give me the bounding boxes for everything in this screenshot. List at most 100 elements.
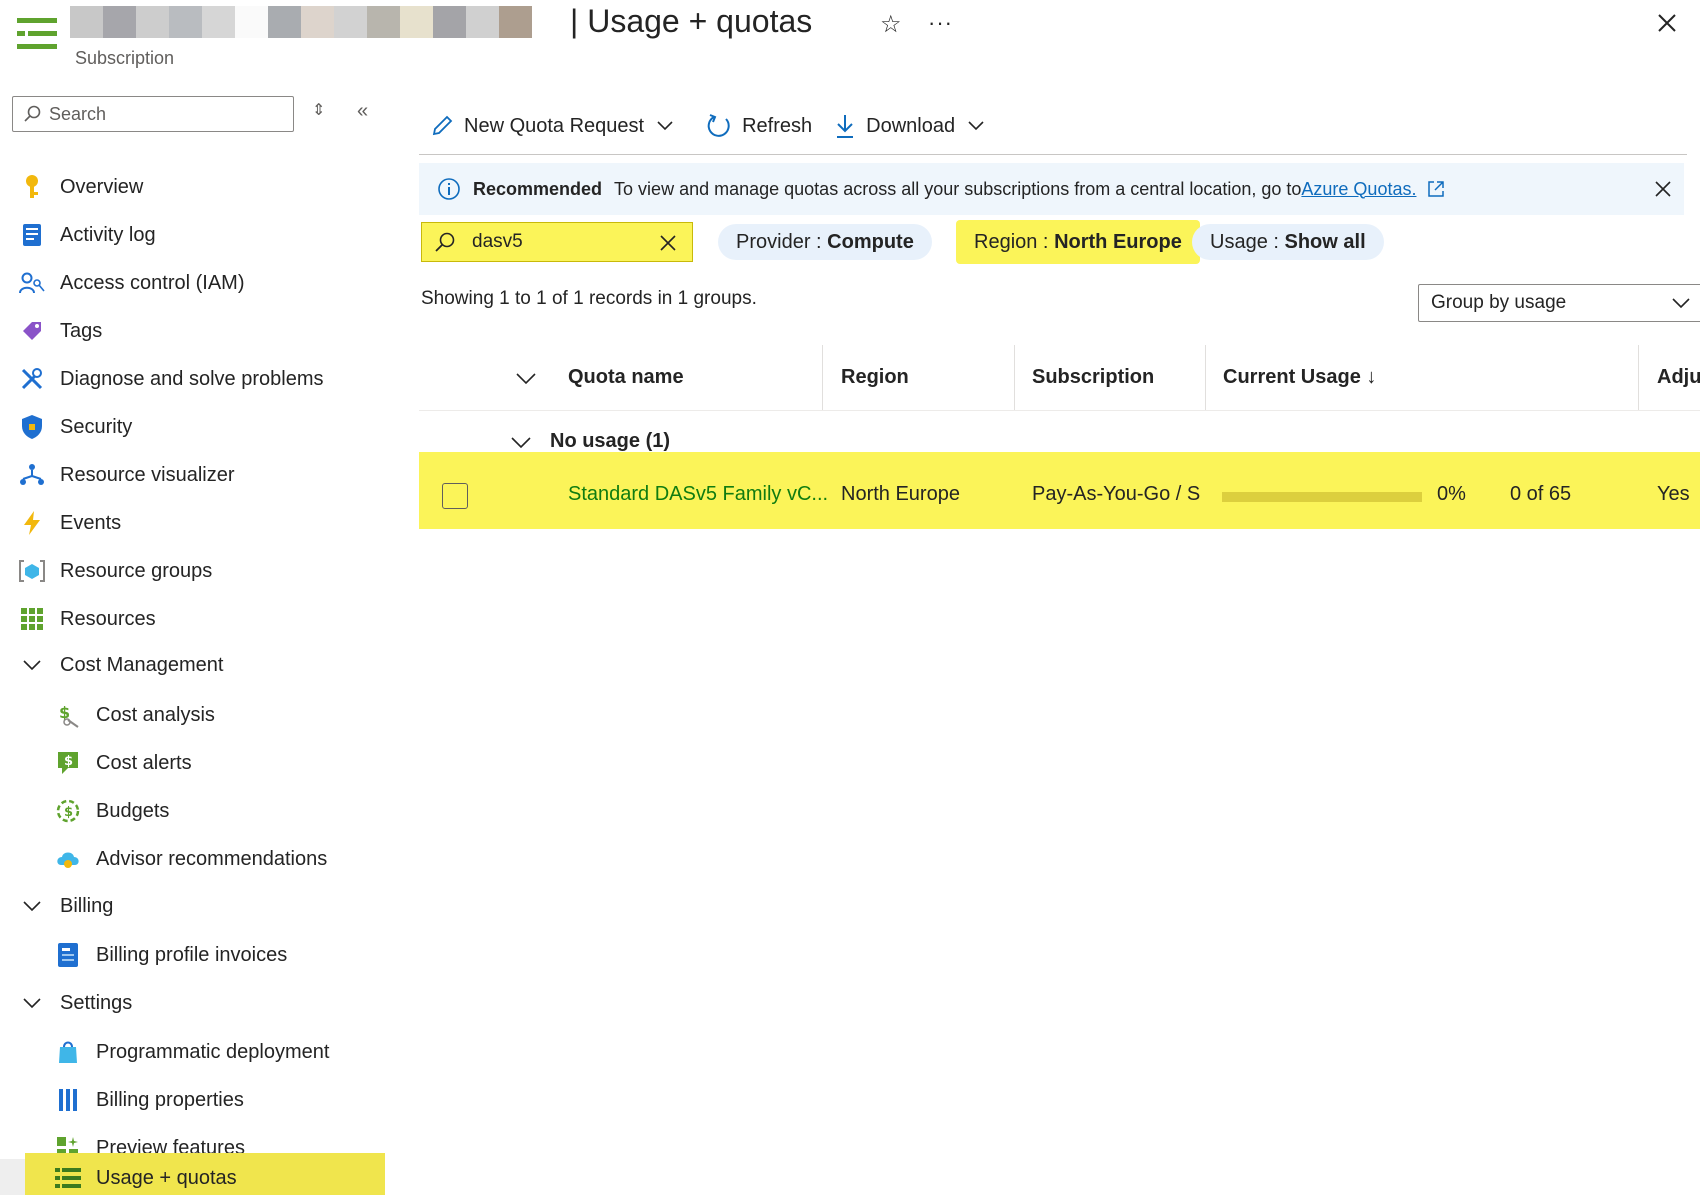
usage-filter-label: Usage : [1210, 230, 1279, 253]
sidebar-search-placeholder: Search [49, 103, 107, 124]
provider-filter-value: Compute [827, 230, 914, 253]
quota-name-link[interactable]: Standard DASv5 Family vC... [568, 483, 828, 506]
external-link-icon [1428, 181, 1445, 197]
column-header-region[interactable]: Region [841, 345, 909, 410]
chevron-down-icon [511, 436, 531, 448]
sort-updown-icon[interactable]: ⇕ [312, 100, 325, 120]
row-usage-percent: 0% [1437, 483, 1466, 505]
sidebar-item-tags[interactable]: Tags [18, 309, 102, 353]
toolbar-divider [419, 154, 1687, 155]
sidebar-item-cost-alerts[interactable]: $ Cost alerts [54, 741, 192, 785]
bolt-icon [18, 509, 46, 537]
active-item-indicator [0, 1159, 25, 1195]
recommendation-banner: Recommended To view and manage quotas ac… [419, 163, 1684, 215]
column-divider [1205, 345, 1206, 410]
provider-filter-label: Provider : [736, 230, 822, 253]
usage-quotas-icon [17, 18, 57, 50]
sidebar-group-label: Cost Management [60, 653, 224, 676]
quotas-icon [54, 1164, 82, 1192]
sidebar-item-activity-log[interactable]: Activity log [18, 213, 156, 257]
sidebar-item-label: Activity log [60, 223, 156, 246]
chevron-down-icon [18, 989, 46, 1017]
new-quota-request-label: New Quota Request [464, 114, 645, 137]
column-header-subscription[interactable]: Subscription [1032, 345, 1154, 410]
search-icon [24, 105, 41, 122]
sidebar-item-label: Overview [60, 175, 144, 198]
wrench-icon [18, 365, 46, 393]
group-by-value: Group by usage [1431, 292, 1567, 313]
group-row-no-usage[interactable]: No usage (1) [510, 430, 670, 453]
expand-all-toggle[interactable] [515, 345, 537, 410]
sidebar-item-advisor[interactable]: Advisor recommendations [54, 837, 327, 881]
azure-quotas-link[interactable]: Azure Quotas. [1301, 179, 1416, 200]
sidebar-item-resources[interactable]: Resources [18, 597, 156, 641]
column-header-current-usage[interactable]: Current Usage ↓ [1223, 345, 1376, 410]
billing-properties-icon [54, 1086, 82, 1114]
sidebar-item-label: Usage + quotas [96, 1166, 237, 1189]
sidebar-item-resource-visualizer[interactable]: Resource visualizer [18, 453, 235, 497]
close-icon[interactable] [1652, 8, 1682, 38]
sidebar-item-cost-analysis[interactable]: $ Cost analysis [54, 693, 215, 737]
refresh-button[interactable]: Refresh [706, 113, 812, 139]
sidebar-item-events[interactable]: Events [18, 501, 121, 545]
row-checkbox[interactable] [442, 483, 468, 509]
sidebar-item-label: Budgets [96, 799, 170, 822]
sidebar-group-billing[interactable]: Billing [18, 884, 113, 928]
banner-title: Recommended [473, 178, 603, 199]
column-divider [1014, 345, 1015, 410]
new-quota-request-button[interactable]: New Quota Request [430, 114, 684, 138]
quota-search-value: dasv5 [472, 231, 523, 252]
sidebar-search-input[interactable]: Search [12, 96, 294, 132]
collapse-sidebar-icon[interactable]: « [357, 100, 368, 123]
group-by-dropdown[interactable]: Group by usage [1418, 284, 1700, 322]
download-button[interactable]: Download [834, 113, 995, 139]
deployment-icon [54, 1038, 82, 1066]
sidebar-group-cost-management[interactable]: Cost Management [18, 643, 223, 687]
column-divider [822, 345, 823, 410]
provider-filter-pill[interactable]: Provider : Compute [718, 224, 932, 260]
svg-text:$: $ [64, 805, 73, 820]
redacted-subscription-name [70, 6, 532, 38]
star-icon[interactable]: ☆ [880, 10, 902, 39]
column-header-adjustable[interactable]: Adjus [1657, 345, 1700, 410]
chevron-down-icon [18, 651, 46, 679]
sidebar-item-label: Resource visualizer [60, 463, 235, 486]
sidebar-item-access-control[interactable]: Access control (IAM) [18, 261, 244, 305]
page-subtitle: Subscription [75, 48, 175, 68]
usage-filter-value: Show all [1284, 230, 1366, 253]
sidebar-item-budgets[interactable]: $ Budgets [54, 789, 169, 833]
sidebar-group-label: Settings [60, 991, 133, 1014]
sidebar-item-billing-properties[interactable]: Billing properties [54, 1078, 244, 1122]
sidebar-item-label: Advisor recommendations [96, 847, 328, 870]
sidebar-item-diagnose[interactable]: Diagnose and solve problems [18, 357, 324, 401]
resource-groups-icon [18, 557, 46, 585]
clear-search-icon[interactable] [658, 233, 678, 253]
header-divider [419, 410, 1700, 411]
sidebar-item-label: Tags [60, 319, 103, 342]
svg-text:$: $ [64, 754, 73, 769]
sidebar-item-security[interactable]: Security [18, 405, 132, 449]
command-bar: New Quota Request Refresh Download [430, 108, 1017, 144]
sidebar-item-label: Cost analysis [96, 703, 215, 726]
column-header-quota-name[interactable]: Quota name [568, 345, 684, 410]
download-icon [837, 115, 854, 138]
row-region: North Europe [841, 483, 960, 505]
chevron-down-icon [657, 121, 673, 131]
sidebar-item-programmatic-deployment[interactable]: Programmatic deployment [54, 1030, 329, 1074]
region-filter-pill[interactable]: Region : North Europe [956, 220, 1200, 264]
sidebar-group-settings[interactable]: Settings [18, 981, 132, 1025]
usage-filter-pill[interactable]: Usage : Show all [1192, 224, 1384, 260]
sidebar-item-overview[interactable]: Overview [18, 165, 143, 209]
more-options-button[interactable]: ··· [928, 10, 953, 36]
download-label: Download [866, 114, 956, 137]
sidebar-item-resource-groups[interactable]: Resource groups [18, 549, 212, 593]
sidebar-item-label: Billing properties [96, 1088, 244, 1111]
sidebar-item-usage-quotas[interactable]: Usage + quotas [54, 1156, 237, 1195]
quota-search-input[interactable]: dasv5 [421, 222, 693, 262]
grid-icon [18, 605, 46, 633]
activity-log-icon [18, 221, 46, 249]
sidebar-item-billing-profile-invoices[interactable]: Billing profile invoices [54, 933, 287, 977]
close-banner-icon[interactable] [1652, 178, 1674, 200]
row-adjustable: Yes [1657, 483, 1690, 505]
advisor-icon [54, 845, 82, 873]
